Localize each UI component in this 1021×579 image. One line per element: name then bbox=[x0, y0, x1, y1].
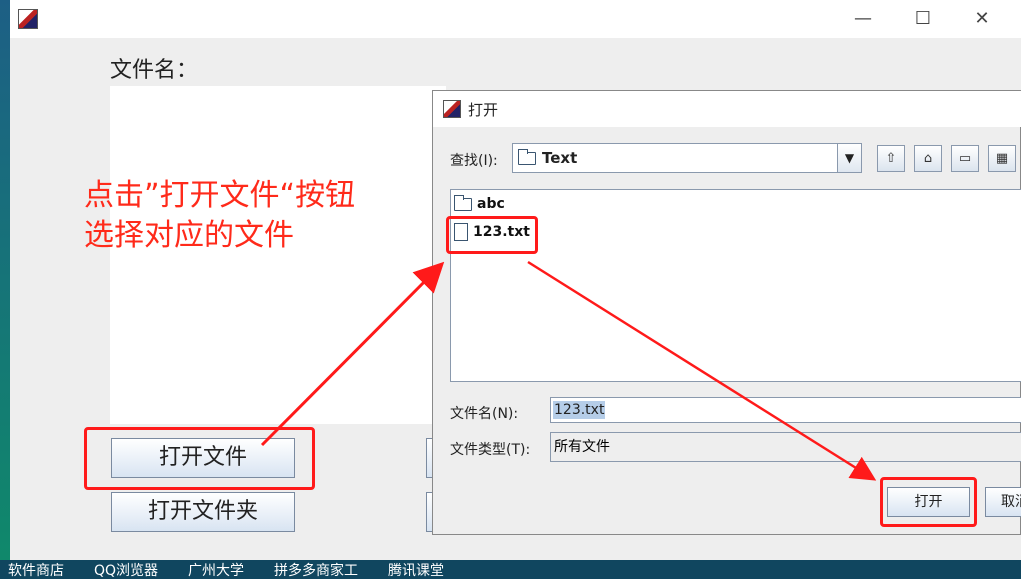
filename-field-label: 文件名(N): bbox=[450, 406, 519, 422]
open-folder-button[interactable]: 打开文件夹 bbox=[111, 492, 295, 532]
instruction-annotation: 点击”打开文件“按钮 选择对应的文件 bbox=[84, 176, 355, 256]
up-folder-icon[interactable]: ⇧ bbox=[877, 145, 905, 172]
filename-value: 123.txt bbox=[553, 401, 606, 419]
look-in-combo[interactable]: Text ▼ bbox=[512, 143, 862, 173]
taskbar-item[interactable]: 软件商店 bbox=[8, 560, 64, 579]
java-app-icon bbox=[443, 100, 461, 118]
list-view-icon[interactable]: ▦ bbox=[988, 145, 1016, 172]
filename-label: 文件名： bbox=[110, 58, 199, 83]
folder-icon bbox=[518, 149, 536, 165]
look-in-value: Text bbox=[542, 149, 578, 167]
close-button[interactable]: ✕ bbox=[967, 6, 997, 32]
taskbar-item[interactable]: QQ浏览器 bbox=[94, 560, 158, 579]
open-file-dialog: 打开 查找(I): Text ▼ ⇧ ⌂ ▭ ▦ abc 123.txt 文件名… bbox=[432, 90, 1021, 535]
taskbar-item[interactable]: 拼多多商家工 bbox=[274, 560, 358, 579]
list-item[interactable]: abc bbox=[454, 194, 505, 212]
home-icon[interactable]: ⌂ bbox=[914, 145, 942, 172]
highlight-box bbox=[84, 427, 315, 490]
annotation-line: 选择对应的文件 bbox=[84, 218, 294, 253]
maximize-button[interactable]: ☐ bbox=[908, 6, 938, 32]
java-app-icon bbox=[18, 9, 38, 29]
look-in-label: 查找(I): bbox=[450, 153, 498, 169]
taskbar-item[interactable]: 广州大学 bbox=[188, 560, 244, 579]
cancel-button[interactable]: 取消 bbox=[985, 487, 1021, 517]
main-titlebar[interactable]: — ☐ ✕ bbox=[10, 0, 1021, 38]
dialog-title: 打开 bbox=[468, 101, 499, 119]
new-folder-icon[interactable]: ▭ bbox=[951, 145, 979, 172]
taskbar: 软件商店 QQ浏览器 广州大学 拼多多商家工 腾讯课堂 bbox=[0, 560, 1021, 579]
folder-icon bbox=[454, 194, 472, 211]
filetype-combo[interactable]: 所有文件 bbox=[550, 432, 1021, 462]
chevron-down-icon[interactable]: ▼ bbox=[837, 144, 861, 172]
filetype-label: 文件类型(T): bbox=[450, 442, 531, 458]
minimize-button[interactable]: — bbox=[848, 6, 878, 32]
highlight-box bbox=[446, 216, 538, 254]
desktop-background bbox=[0, 0, 10, 579]
taskbar-item[interactable]: 腾讯课堂 bbox=[388, 560, 444, 579]
highlight-box bbox=[880, 477, 977, 527]
filename-input[interactable]: 123.txt bbox=[550, 397, 1021, 423]
annotation-line: 点击”打开文件“按钮 bbox=[84, 178, 356, 213]
dialog-titlebar[interactable]: 打开 bbox=[433, 91, 1021, 127]
